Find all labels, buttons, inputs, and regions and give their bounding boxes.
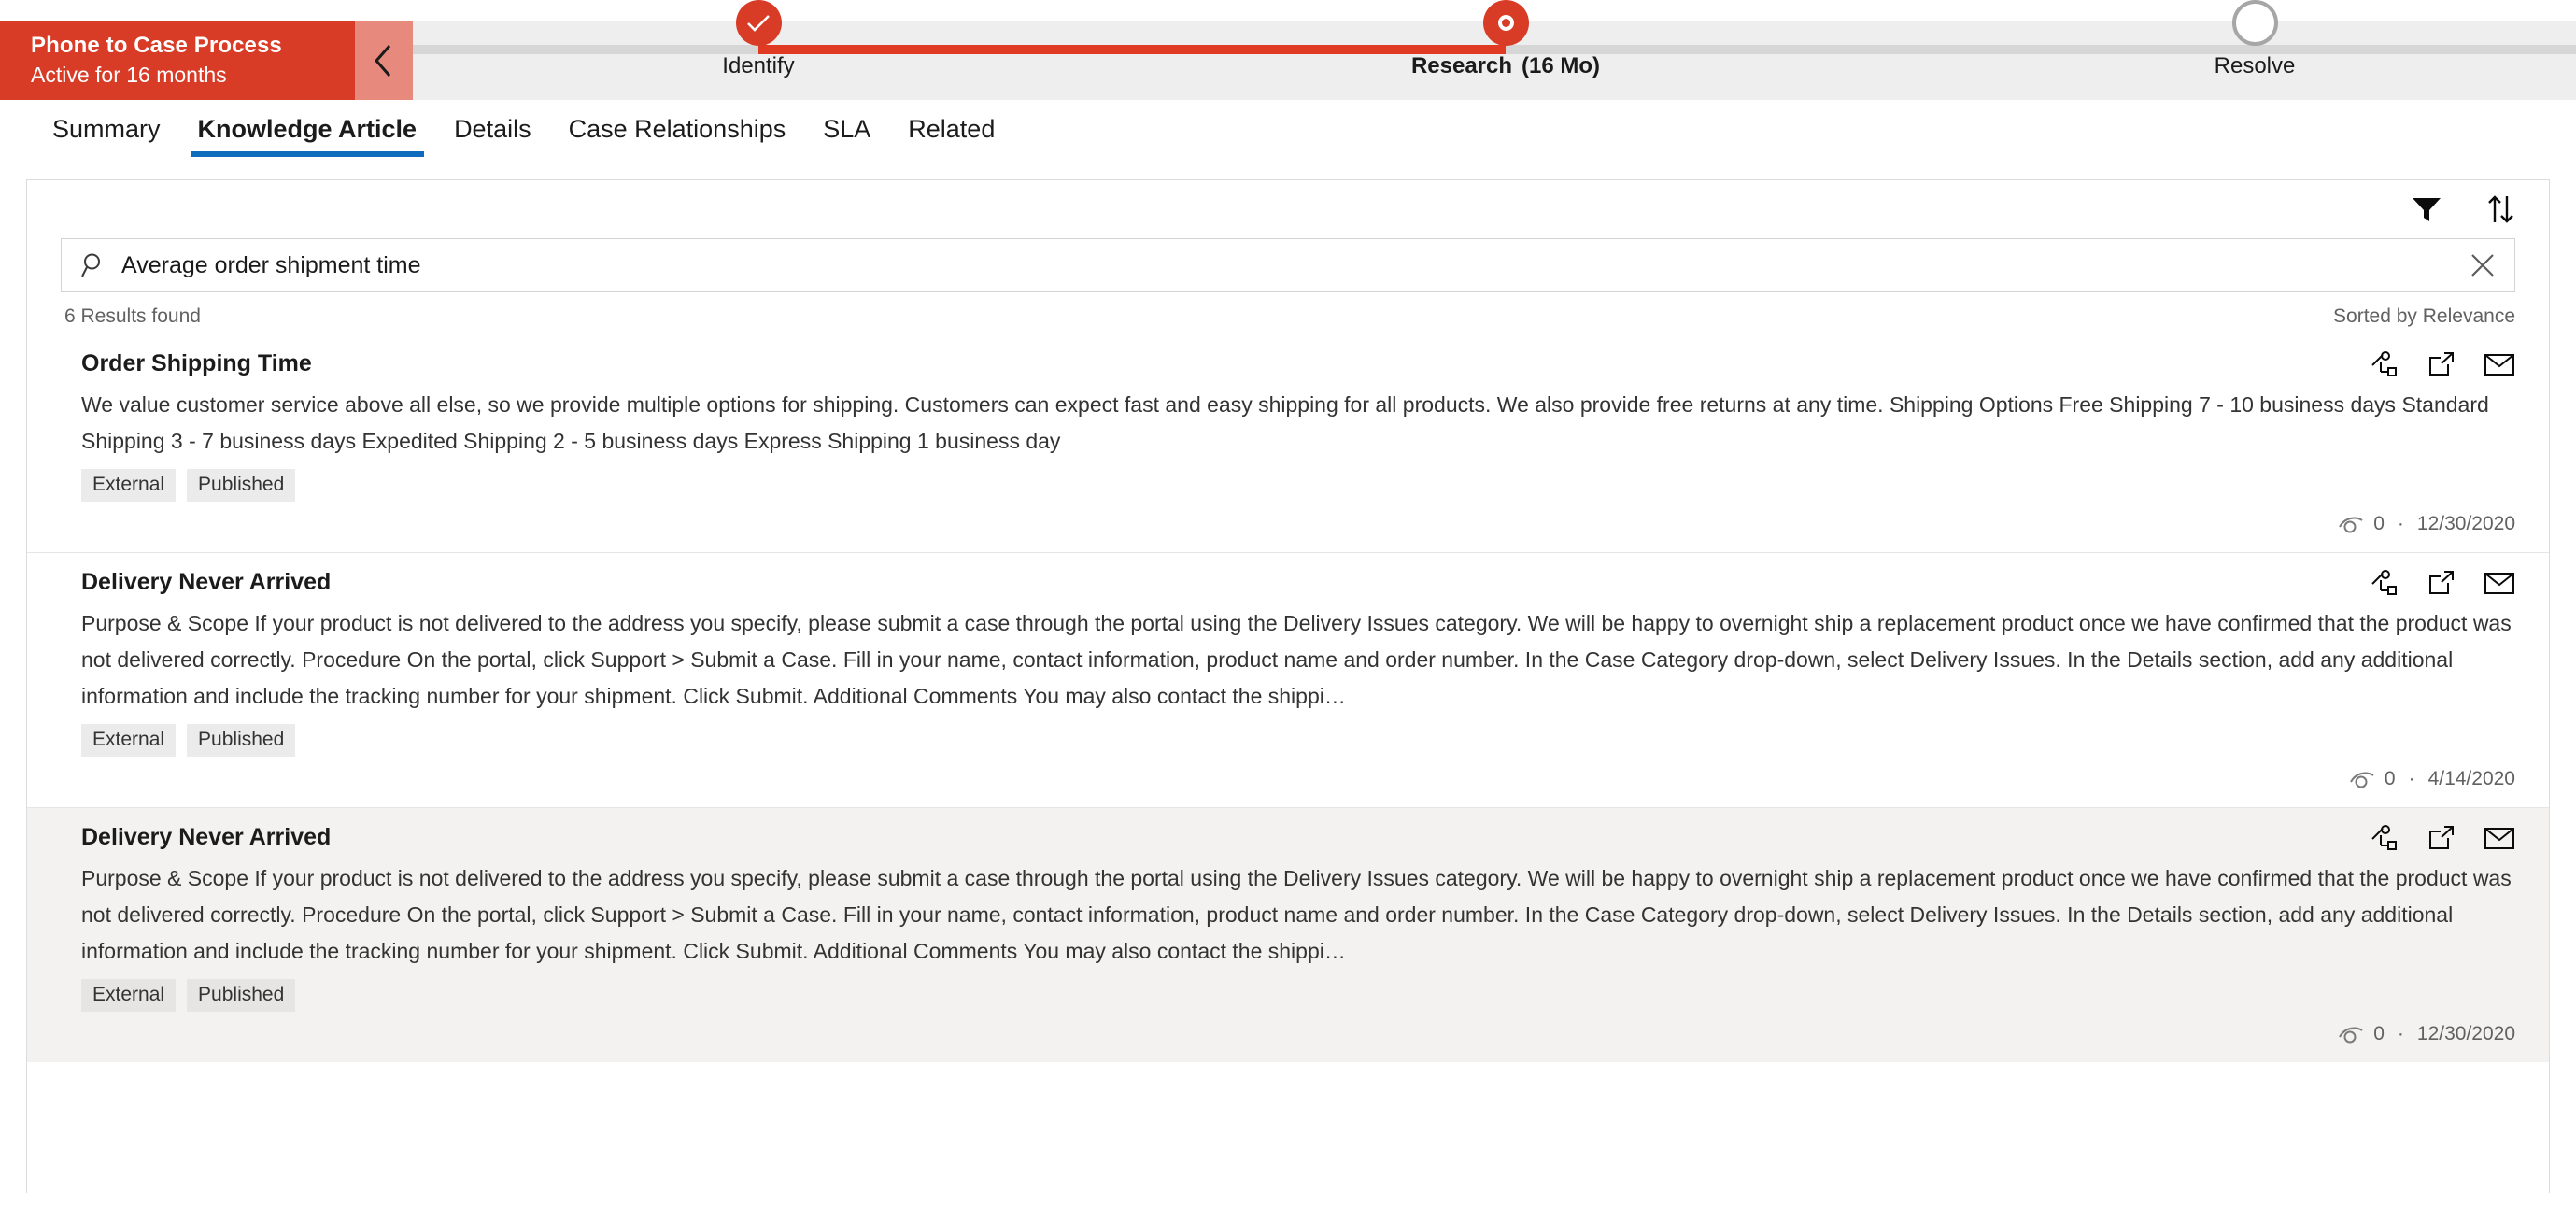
process-name: Phone to Case Process bbox=[31, 33, 282, 58]
status-badge: Published bbox=[187, 979, 296, 1012]
meta-separator: · bbox=[2397, 513, 2404, 534]
knowledge-article-card[interactable]: Delivery Never Arrived Link article to c… bbox=[27, 552, 2549, 807]
meta-separator: · bbox=[2397, 1023, 2404, 1044]
sort-order-label[interactable]: Sorted by Relevance bbox=[2333, 305, 2515, 328]
article-meta: 0 · 12/30/2020 bbox=[81, 1023, 2515, 1045]
card-header: Order Shipping Time Link article to case bbox=[81, 348, 2515, 379]
chevron-left-icon bbox=[375, 44, 391, 77]
bpf-stage-name: Research bbox=[1410, 53, 1513, 78]
status-badge: External bbox=[81, 469, 177, 502]
article-actions: Link article to case Open article in new… bbox=[2370, 821, 2515, 851]
open-in-new-window-icon[interactable]: Open article in new window bbox=[2427, 570, 2456, 596]
bpf-stage-duration: (16 Mo) bbox=[1522, 53, 1601, 78]
article-date: 12/30/2020 bbox=[2416, 513, 2515, 534]
search-row: Clear search bbox=[27, 238, 2549, 292]
card-header: Delivery Never Arrived Link article to c… bbox=[81, 566, 2515, 598]
bpf-stage-resolve[interactable]: Resolve bbox=[2105, 0, 2404, 79]
view-count: 0 bbox=[2373, 513, 2385, 534]
open-in-new-window-icon[interactable]: Open article in new window bbox=[2427, 351, 2456, 377]
link-article-icon[interactable]: Link article to case bbox=[2370, 825, 2399, 851]
article-badges: External Published bbox=[81, 724, 2515, 757]
search-input[interactable] bbox=[121, 251, 2455, 279]
view-count: 0 bbox=[2384, 768, 2396, 789]
bpf-stage-identify[interactable]: Identify bbox=[609, 0, 908, 79]
email-icon[interactable]: Email article link bbox=[2484, 352, 2515, 376]
status-badge: External bbox=[81, 979, 177, 1012]
status-badge: External bbox=[81, 724, 177, 757]
article-badges: External Published bbox=[81, 469, 2515, 502]
article-date: 4/14/2020 bbox=[2427, 768, 2515, 789]
tab-related[interactable]: Related bbox=[889, 100, 1013, 161]
email-icon[interactable]: Email article link bbox=[2484, 826, 2515, 850]
article-snippet: Purpose & Scope If your product is not d… bbox=[81, 611, 2512, 708]
views-eye-icon bbox=[2339, 1027, 2363, 1044]
open-in-new-window-icon[interactable]: Open article in new window bbox=[2427, 825, 2456, 851]
card-header: Delivery Never Arrived Link article to c… bbox=[81, 821, 2515, 853]
bpf-stage-label-current: Research (16 Mo) bbox=[1356, 53, 1655, 79]
views-eye-icon bbox=[2339, 517, 2363, 533]
article-title[interactable]: Order Shipping Time bbox=[81, 348, 312, 379]
tab-case-relationships[interactable]: Case Relationships bbox=[550, 100, 805, 161]
article-date: 12/30/2020 bbox=[2416, 1023, 2515, 1044]
link-article-icon[interactable]: Link article to case bbox=[2370, 351, 2399, 377]
article-title[interactable]: Delivery Never Arrived bbox=[81, 566, 331, 598]
collapse-process-button[interactable] bbox=[355, 21, 413, 100]
email-icon[interactable]: Email article link bbox=[2484, 571, 2515, 595]
bpf-stage-label: Identify bbox=[722, 53, 795, 78]
filter-icon[interactable]: Filter bbox=[2411, 195, 2442, 223]
link-article-icon[interactable]: Link article to case bbox=[2370, 570, 2399, 596]
knowledge-search-box[interactable]: Clear search bbox=[61, 238, 2515, 292]
article-snippet: Purpose & Scope If your product is not d… bbox=[81, 866, 2512, 963]
tab-sla[interactable]: SLA bbox=[804, 100, 889, 161]
knowledge-article-card[interactable]: Order Shipping Time Link article to case bbox=[27, 334, 2549, 552]
article-meta: 0 · 4/14/2020 bbox=[81, 768, 2515, 790]
knowledge-results-list: Order Shipping Time Link article to case bbox=[27, 334, 2549, 1062]
tab-summary[interactable]: Summary bbox=[34, 100, 179, 161]
sort-icon[interactable]: Sort bbox=[2485, 194, 2515, 224]
business-process-flow: Phone to Case Process Active for 16 mont… bbox=[0, 0, 2576, 100]
article-title[interactable]: Delivery Never Arrived bbox=[81, 821, 331, 853]
view-count: 0 bbox=[2373, 1023, 2385, 1044]
article-meta: 0 · 12/30/2020 bbox=[81, 513, 2515, 535]
form-tab-bar: Summary Knowledge Article Details Case R… bbox=[0, 100, 2576, 170]
knowledge-article-card[interactable]: Delivery Never Arrived Link article to c… bbox=[27, 807, 2549, 1062]
article-badges: External Published bbox=[81, 979, 2515, 1012]
stage-node-future bbox=[2231, 0, 2278, 46]
views-eye-icon bbox=[2349, 772, 2374, 788]
status-badge: Published bbox=[187, 469, 296, 502]
process-title-block[interactable]: Phone to Case Process Active for 16 mont… bbox=[0, 21, 355, 100]
check-icon bbox=[747, 14, 770, 32]
tab-details[interactable]: Details bbox=[435, 100, 550, 161]
meta-separator: · bbox=[2408, 768, 2415, 789]
bpf-stage-research[interactable]: Research (16 Mo) bbox=[1356, 0, 1655, 79]
tab-knowledge-article[interactable]: Knowledge Article bbox=[179, 100, 436, 161]
article-actions: Link article to case Open article in new… bbox=[2370, 348, 2515, 377]
stage-node-current bbox=[1482, 0, 1529, 46]
article-actions: Link article to case Open article in new… bbox=[2370, 566, 2515, 596]
close-icon[interactable]: Clear search bbox=[2468, 250, 2498, 280]
stage-node-done bbox=[735, 0, 782, 46]
process-subtitle: Active for 16 months bbox=[31, 63, 227, 87]
results-meta-row: 6 Results found Sorted by Relevance bbox=[27, 292, 2549, 328]
bpf-stage-label: Resolve bbox=[2214, 53, 2296, 78]
search-icon bbox=[81, 253, 100, 277]
status-badge: Published bbox=[187, 724, 296, 757]
knowledge-search-panel: Filter Sort Clear search bbox=[26, 179, 2550, 1193]
knowledge-toolbar: Filter Sort bbox=[27, 180, 2549, 238]
results-count: 6 Results found bbox=[64, 305, 201, 327]
article-snippet: We value customer service above all else… bbox=[81, 392, 2489, 453]
